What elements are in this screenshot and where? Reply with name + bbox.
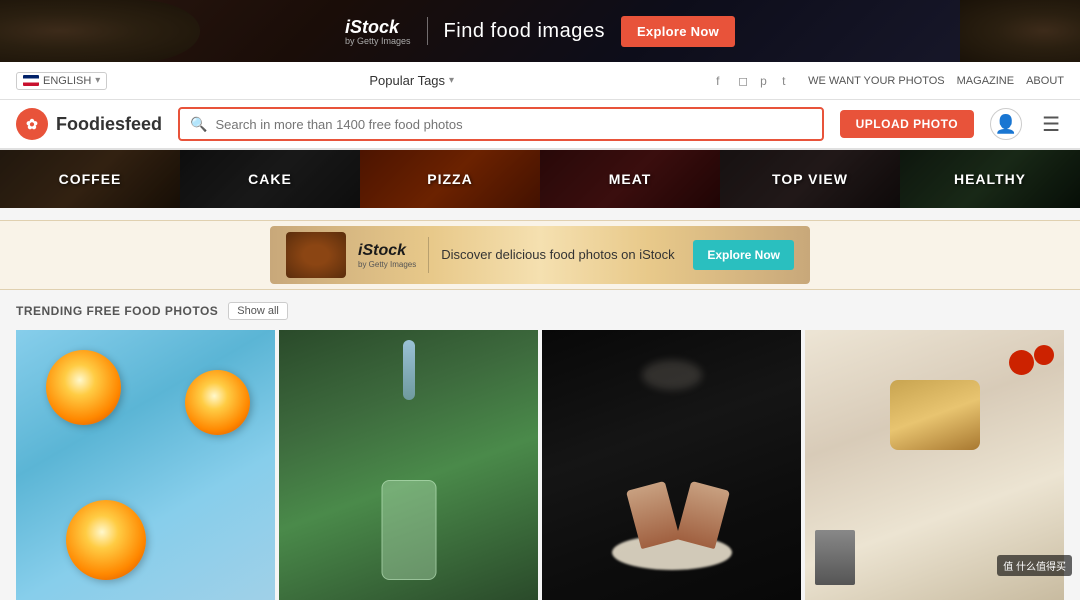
drink-glass bbox=[381, 480, 436, 580]
category-meat-label: MEAT bbox=[540, 150, 720, 208]
show-all-button[interactable]: Show all bbox=[228, 302, 288, 320]
nav-link-magazine[interactable]: MAGAZINE bbox=[957, 75, 1014, 87]
chevron-down-icon: ▾ bbox=[449, 75, 454, 86]
logo-icon: ✿ bbox=[16, 108, 48, 140]
language-selector[interactable]: ENGLISH ▾ bbox=[16, 72, 107, 90]
tomato-icon bbox=[1009, 350, 1034, 375]
istock-bygetty-text: by Getty Images bbox=[358, 260, 416, 269]
nav-bar: ENGLISH ▾ Popular Tags ▾ f ◻ p t WE WANT… bbox=[0, 62, 1080, 100]
knife bbox=[815, 530, 855, 585]
banner-content: iStock by Getty Images Find food images … bbox=[345, 16, 735, 47]
category-healthy-label: HEALTHY bbox=[900, 150, 1080, 208]
category-cake[interactable]: CAKE bbox=[180, 150, 360, 208]
banner-cookies-right bbox=[960, 0, 1080, 62]
language-label: ENGLISH bbox=[43, 75, 91, 87]
nav-right: f ◻ p t WE WANT YOUR PHOTOS MAGAZINE ABO… bbox=[716, 74, 1064, 88]
banner-separator bbox=[428, 237, 429, 273]
banner-cta-button[interactable]: Explore Now bbox=[621, 16, 735, 47]
nav-link-photos[interactable]: WE WANT YOUR PHOTOS bbox=[808, 75, 945, 87]
istock-banner[interactable]: iStock by Getty Images Discover deliciou… bbox=[0, 220, 1080, 290]
category-meat[interactable]: MEAT bbox=[540, 150, 720, 208]
istock-logo-text: iStock bbox=[358, 242, 406, 260]
photo-oranges[interactable] bbox=[16, 330, 275, 600]
popular-tags-label: Popular Tags bbox=[369, 73, 445, 88]
orange-slice-2 bbox=[185, 370, 250, 435]
facebook-icon[interactable]: f bbox=[716, 74, 730, 88]
flag-icon bbox=[23, 75, 39, 86]
pinterest-icon[interactable]: p bbox=[760, 74, 774, 88]
logo-area: ✿ Foodiesfeed bbox=[16, 108, 162, 140]
social-icons: f ◻ p t bbox=[716, 74, 796, 88]
flour-dust bbox=[642, 360, 702, 390]
category-healthy[interactable]: HEALTHY bbox=[900, 150, 1080, 208]
category-grid: COFFEE CAKE PIZZA MEAT TOP VIEW HEALTHY bbox=[0, 150, 1080, 208]
category-cake-label: CAKE bbox=[180, 150, 360, 208]
search-icon: 🔍 bbox=[190, 116, 207, 133]
orange-slice-1 bbox=[46, 350, 121, 425]
category-pizza[interactable]: PIZZA bbox=[360, 150, 540, 208]
hand-right bbox=[676, 481, 730, 549]
trending-title: TRENDING FREE FOOD PHOTOS bbox=[16, 304, 218, 318]
upload-button[interactable]: UPLOAD PHOTO bbox=[840, 110, 974, 138]
search-bar: 🔍 bbox=[178, 107, 824, 141]
instagram-icon[interactable]: ◻ bbox=[738, 74, 752, 88]
istock-banner-tagline: Discover delicious food photos on iStock bbox=[441, 246, 681, 264]
twitter-icon[interactable]: t bbox=[782, 74, 796, 88]
category-coffee[interactable]: COFFEE bbox=[0, 150, 180, 208]
nav-link-about[interactable]: ABOUT bbox=[1026, 75, 1064, 87]
orange-slice-3 bbox=[66, 500, 146, 580]
popular-tags[interactable]: Popular Tags ▾ bbox=[369, 73, 454, 88]
banner-cookies-left bbox=[0, 0, 200, 62]
search-input[interactable] bbox=[215, 117, 811, 132]
banner-divider bbox=[427, 17, 428, 45]
site-header: ✿ Foodiesfeed 🔍 UPLOAD PHOTO 👤 ☰ bbox=[0, 100, 1080, 150]
top-banner: iStock by Getty Images Find food images … bbox=[0, 0, 1080, 62]
istock-banner-inner: iStock by Getty Images Discover deliciou… bbox=[270, 226, 810, 284]
istock-logo-banner: iStock by Getty Images bbox=[358, 242, 416, 269]
hamburger-menu-icon[interactable]: ☰ bbox=[1038, 108, 1064, 141]
photo-drink[interactable] bbox=[279, 330, 538, 600]
istock-logo: iStock by Getty Images bbox=[345, 17, 411, 46]
photo-grid bbox=[16, 330, 1064, 600]
drink-pour bbox=[403, 340, 415, 400]
logo-text[interactable]: Foodiesfeed bbox=[56, 114, 162, 135]
user-avatar[interactable]: 👤 bbox=[990, 108, 1022, 140]
category-topview-label: TOP VIEW bbox=[720, 150, 900, 208]
istock-explore-button[interactable]: Explore Now bbox=[693, 240, 794, 270]
category-pizza-label: PIZZA bbox=[360, 150, 540, 208]
category-coffee-label: COFFEE bbox=[0, 150, 180, 208]
chevron-down-icon: ▾ bbox=[95, 75, 100, 86]
watermark: 值 什么值得买 bbox=[997, 555, 1072, 576]
category-topview[interactable]: TOP VIEW bbox=[720, 150, 900, 208]
banner-tagline: Find food images bbox=[444, 20, 605, 43]
photo-baking[interactable] bbox=[542, 330, 801, 600]
burger-base bbox=[890, 380, 980, 450]
trending-header: TRENDING FREE FOOD PHOTOS Show all bbox=[16, 302, 1064, 320]
banner-food-image bbox=[286, 232, 346, 278]
tomato-icon-2 bbox=[1034, 345, 1054, 365]
trending-section: TRENDING FREE FOOD PHOTOS Show all bbox=[0, 290, 1080, 600]
nav-left: ENGLISH ▾ bbox=[16, 72, 107, 90]
